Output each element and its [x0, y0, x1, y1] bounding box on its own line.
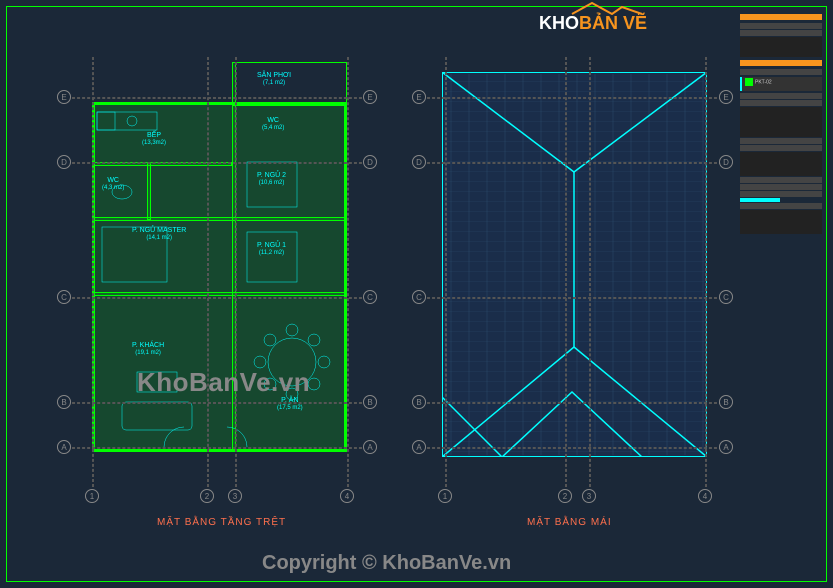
titleblock-row [740, 23, 822, 29]
titleblock-row [740, 100, 822, 106]
titleblock-row [740, 107, 822, 137]
logo: KHOBẢN VẼ [539, 13, 647, 34]
titleblock-row [740, 152, 822, 176]
axis-A-rl: A [412, 440, 426, 454]
label-wc1: WC(5,4 m2) [262, 117, 284, 131]
watermark-center: KhoBanVe.vn [137, 367, 310, 398]
titleblock-row [740, 93, 822, 99]
titleblock-panel: PKT-02 [736, 7, 826, 581]
axis-A-r: A [363, 440, 377, 454]
title-floor: MẶT BẰNG TẦNG TRỆT [157, 517, 286, 528]
titleblock-row [740, 184, 822, 190]
titleblock-row [740, 138, 822, 144]
label-bep: BẾP(13,3m2) [142, 132, 166, 146]
titleblock-row [740, 203, 822, 209]
titleblock-sep [740, 14, 822, 20]
axis-A-l: A [57, 440, 71, 454]
titleblock-row [740, 145, 822, 151]
axis-1-r: 1 [438, 489, 452, 503]
square-icon [745, 78, 753, 86]
axis-2-l: 2 [200, 489, 214, 503]
axis-4-r: 4 [698, 489, 712, 503]
label-wc2: WC(4,3 m2) [102, 177, 124, 191]
titleblock-row [740, 69, 822, 75]
label-sanphoi: SÂN PHƠI(7,1 m2) [257, 72, 291, 86]
axis-C-rl: C [412, 290, 426, 304]
roof-svg [442, 72, 707, 457]
axis-D-rr: D [719, 155, 733, 169]
label-ngu-master: P. NGỦ MASTER(14,1 m2) [132, 227, 186, 241]
axis-2-r: 2 [558, 489, 572, 503]
titleblock-row [740, 210, 822, 234]
axis-C-l: C [57, 290, 71, 304]
axis-D-rl: D [412, 155, 426, 169]
titleblock-row [740, 37, 822, 57]
axis-B-r: B [363, 395, 377, 409]
titleblock-row [740, 198, 780, 202]
titleblock-row [740, 30, 822, 36]
label-ngu1: P. NGỦ 1(11,2 m2) [257, 242, 286, 256]
axis-B-rr: B [719, 395, 733, 409]
watermark-bottom: Copyright © KhoBanVe.vn [262, 552, 511, 575]
axis-B-l: B [57, 395, 71, 409]
axis-C-rr: C [719, 290, 733, 304]
titleblock-row [740, 191, 822, 197]
label-an: P. ĂN(17,5 m2) [277, 397, 303, 411]
titleblock-row [740, 177, 822, 183]
axis-D-l: D [57, 155, 71, 169]
axis-E-rr: E [719, 90, 733, 104]
axis-E-l: E [57, 90, 71, 104]
label-khach: P. KHÁCH(19,1 m2) [132, 342, 164, 356]
axis-A-rr: A [719, 440, 733, 454]
label-ngu2: P. NGỦ 2(10,6 m2) [257, 172, 286, 186]
axis-E-rl: E [412, 90, 426, 104]
axis-D-r: D [363, 155, 377, 169]
axis-1-l: 1 [85, 489, 99, 503]
drawing-frame: KHOBẢN VẼ [6, 6, 827, 582]
axis-C-r: C [363, 290, 377, 304]
axis-B-rl: B [412, 395, 426, 409]
logo-kho: KHO [539, 13, 579, 33]
cad-viewport[interactable]: KHOBẢN VẼ [7, 7, 747, 581]
axis-3-l: 3 [228, 489, 242, 503]
titleblock-sep [740, 60, 822, 66]
title-roof: MẶT BẰNG MÁI [527, 517, 612, 528]
titleblock-bv: PKT-02 [740, 77, 822, 91]
axis-E-r: E [363, 90, 377, 104]
roof-plan [442, 72, 707, 457]
logo-banve: BẢN VẼ [579, 13, 647, 33]
axis-3-r: 3 [582, 489, 596, 503]
axis-4-l: 4 [340, 489, 354, 503]
